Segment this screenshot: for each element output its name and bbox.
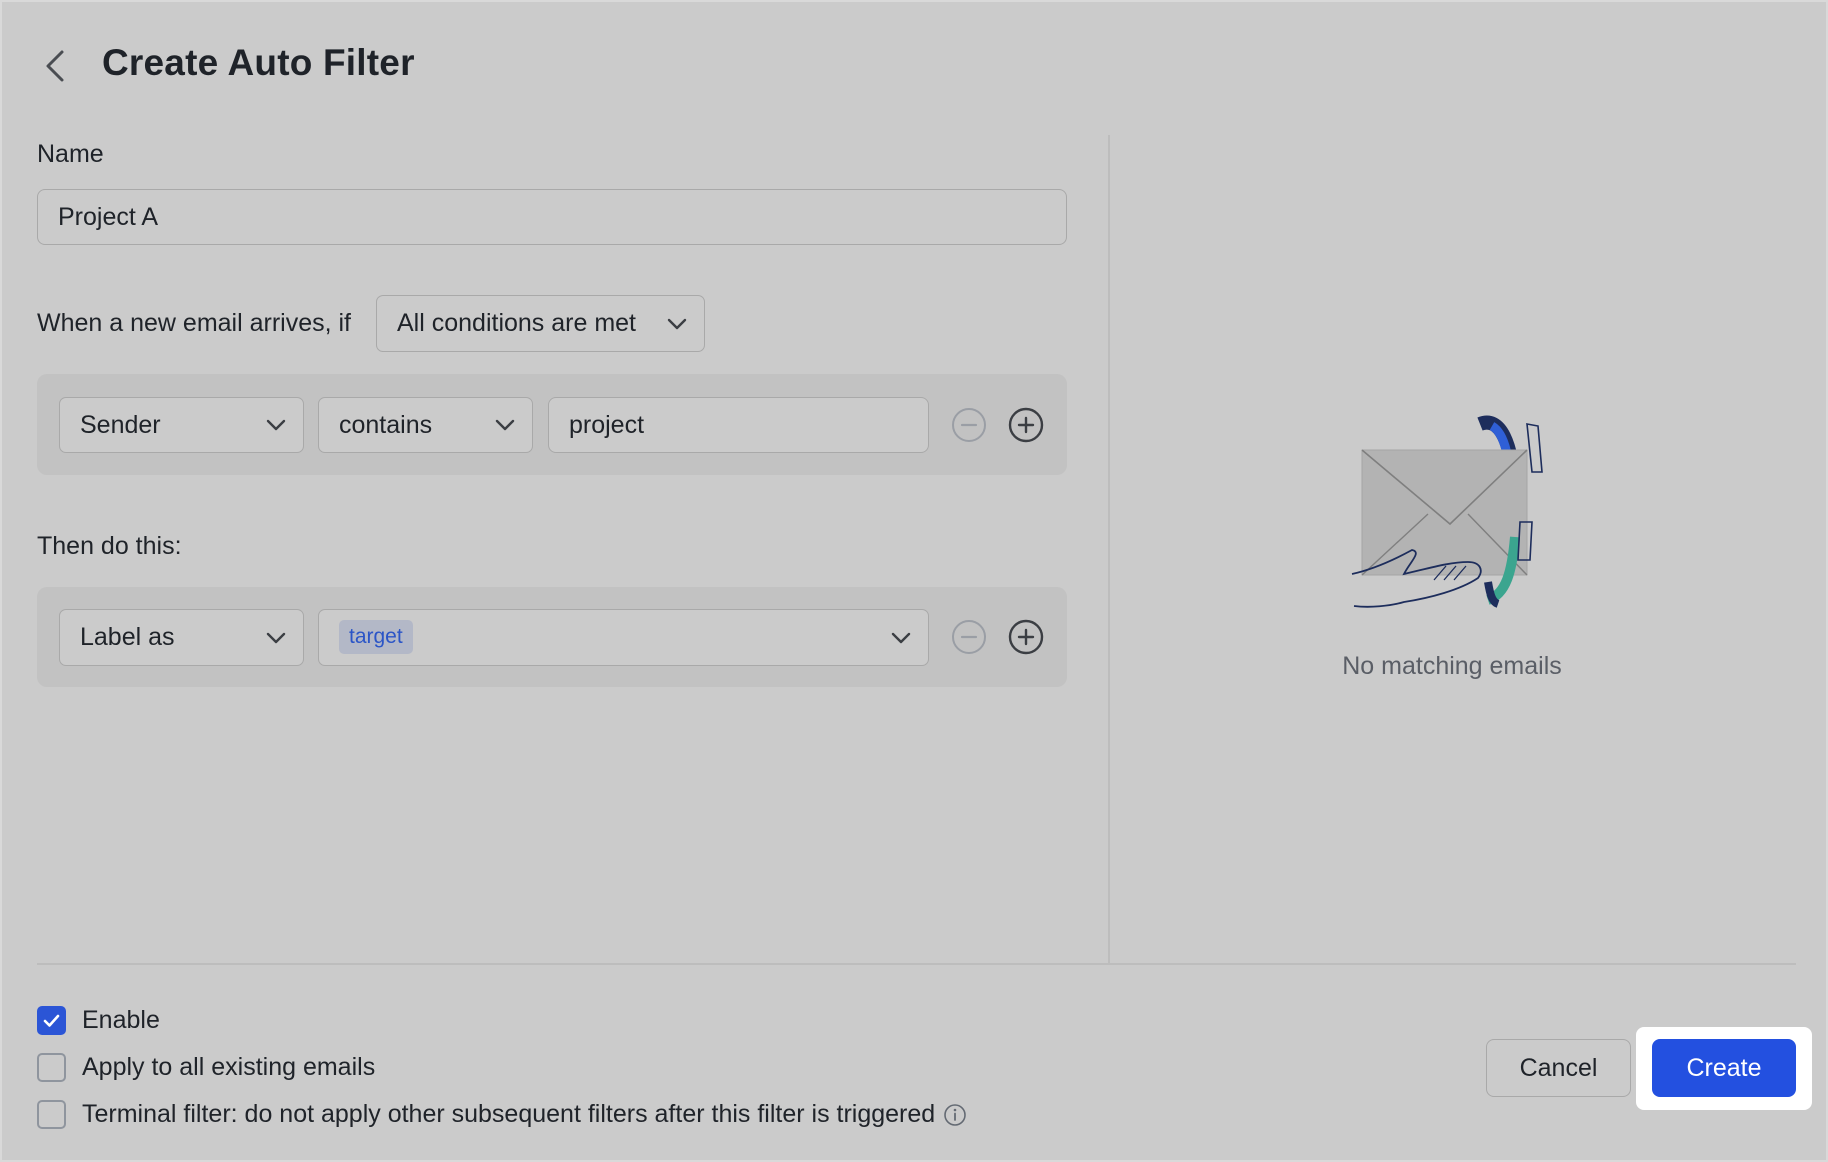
- plus-circle-icon: [1008, 407, 1044, 443]
- minus-circle-icon: [952, 620, 986, 654]
- remove-condition-button[interactable]: [951, 407, 987, 443]
- apply-existing-option[interactable]: Apply to all existing emails: [37, 1053, 375, 1082]
- checkmark-icon: [43, 1014, 60, 1027]
- actions-heading: Then do this:: [37, 532, 182, 560]
- column-divider: [1108, 135, 1110, 963]
- chevron-down-icon: [266, 632, 286, 643]
- match-mode-select[interactable]: All conditions are met: [376, 295, 705, 352]
- footer-divider: [37, 963, 1796, 965]
- back-button[interactable]: [40, 46, 70, 86]
- create-auto-filter-dialog: Create Auto Filter Name Project A When a…: [0, 0, 1828, 1162]
- enable-label: Enable: [82, 1006, 160, 1034]
- add-condition-button[interactable]: [1008, 407, 1044, 443]
- cancel-button[interactable]: Cancel: [1486, 1039, 1631, 1097]
- enable-checkbox[interactable]: [37, 1006, 66, 1035]
- create-button[interactable]: Create: [1652, 1039, 1796, 1097]
- name-label: Name: [37, 140, 104, 168]
- chevron-down-icon: [266, 419, 286, 431]
- rule-operator-select[interactable]: contains: [318, 397, 533, 453]
- chevron-down-icon: [891, 632, 911, 643]
- name-input-value: Project A: [58, 202, 159, 231]
- rule-field-select[interactable]: Sender: [59, 397, 304, 453]
- chevron-left-icon: [46, 50, 64, 82]
- match-mode-value: All conditions are met: [397, 309, 637, 337]
- chevron-down-icon: [495, 419, 515, 431]
- terminal-filter-label: Terminal filter: do not apply other subs…: [82, 1100, 936, 1128]
- info-icon[interactable]: [943, 1103, 967, 1127]
- terminal-filter-option[interactable]: Terminal filter: do not apply other subs…: [37, 1100, 967, 1129]
- rule-field-value: Sender: [80, 410, 161, 439]
- rule-operator-value: contains: [339, 410, 433, 439]
- apply-existing-checkbox[interactable]: [37, 1053, 66, 1082]
- page-title: Create Auto Filter: [102, 42, 415, 83]
- empty-mailbox-illustration: [1351, 415, 1543, 608]
- action-type-select[interactable]: Label as: [59, 609, 304, 666]
- action-type-value: Label as: [80, 623, 175, 651]
- minus-circle-icon: [952, 408, 986, 442]
- add-action-button[interactable]: [1008, 619, 1044, 655]
- condition-prefix-label: When a new email arrives, if: [37, 309, 352, 337]
- rule-value-input[interactable]: project: [548, 397, 929, 453]
- terminal-filter-checkbox[interactable]: [37, 1100, 66, 1129]
- enable-option[interactable]: Enable: [37, 1006, 160, 1035]
- name-input[interactable]: Project A: [37, 189, 1067, 245]
- apply-existing-label: Apply to all existing emails: [82, 1053, 376, 1081]
- rule-value-text: project: [569, 410, 645, 439]
- chevron-down-icon: [667, 318, 687, 329]
- remove-action-button[interactable]: [951, 619, 987, 655]
- label-tag: target: [339, 620, 413, 654]
- no-matching-emails-text: No matching emails: [1342, 652, 1562, 680]
- plus-circle-icon: [1008, 619, 1044, 655]
